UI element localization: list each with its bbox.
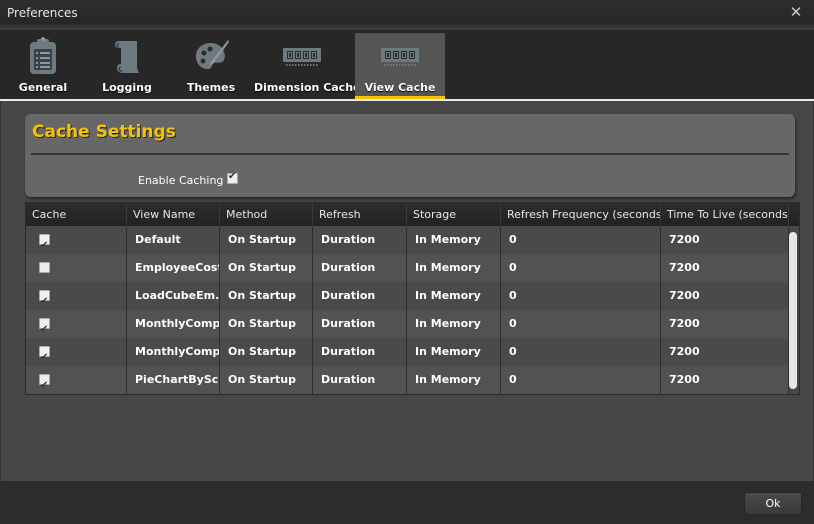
tab-view-cache-label: View Cache xyxy=(364,81,436,94)
storage-cell[interactable]: In Memory xyxy=(407,282,501,310)
palette-icon xyxy=(195,40,229,70)
refresh-cell[interactable]: Duration xyxy=(313,282,407,310)
table-row[interactable]: MonthlyComp...On StartupDurationIn Memor… xyxy=(26,338,789,366)
cache-cell[interactable] xyxy=(26,254,127,282)
enable-caching-label: Enable Caching xyxy=(138,174,224,187)
column-header-refresh[interactable]: Refresh xyxy=(313,203,407,226)
storage-cell[interactable]: In Memory xyxy=(407,338,501,366)
view-name-cell[interactable]: LoadCubeEm... xyxy=(127,282,220,310)
cache-settings-heading: Cache Settings xyxy=(32,122,176,142)
method-cell[interactable]: On Startup xyxy=(220,226,313,254)
cache-checkbox[interactable] xyxy=(39,372,50,394)
close-icon[interactable]: ✕ xyxy=(788,4,804,20)
heading-divider xyxy=(31,153,789,155)
storage-cell[interactable]: In Memory xyxy=(407,254,501,282)
storage-cell[interactable]: In Memory xyxy=(407,366,501,394)
view-name-cell[interactable]: PieChartBySc... xyxy=(127,366,220,394)
cache-cell[interactable] xyxy=(26,366,127,394)
tab-logging-label: Logging xyxy=(102,81,152,94)
tab-logging[interactable]: Logging xyxy=(92,33,162,97)
storage-cell[interactable]: In Memory xyxy=(407,226,501,254)
view-name-cell[interactable]: MonthlyComp xyxy=(127,310,220,338)
preferences-tab-bar: General Logging Themes Dimension Cache V… xyxy=(0,27,814,99)
refresh-cell[interactable]: Duration xyxy=(313,226,407,254)
method-cell[interactable]: On Startup xyxy=(220,310,313,338)
grid-body: DefaultOn StartupDurationIn Memory07200E… xyxy=(26,226,799,394)
cache-checkbox[interactable] xyxy=(39,262,50,273)
method-cell[interactable]: On Startup xyxy=(220,366,313,394)
cache-checkbox[interactable] xyxy=(39,344,50,366)
cache-cell[interactable] xyxy=(26,226,127,254)
column-header-refresh-frequency[interactable]: Refresh Frequency (seconds) xyxy=(501,203,661,226)
table-row[interactable]: MonthlyCompOn StartupDurationIn Memory07… xyxy=(26,310,789,338)
tab-dimension-cache[interactable]: Dimension Cache xyxy=(254,33,361,97)
refresh-frequency-cell[interactable]: 0 xyxy=(501,310,661,338)
view-cache-grid: Cache View Name Method Refresh Storage R… xyxy=(25,202,800,395)
view-name-cell[interactable]: Default xyxy=(127,226,220,254)
table-row[interactable]: EmployeeCost On Startup Duration In Memory 0… xyxy=(26,254,789,282)
cache-cell[interactable] xyxy=(26,338,127,366)
table-row[interactable]: DefaultOn StartupDurationIn Memory07200 xyxy=(26,226,789,254)
refresh-frequency-cell[interactable]: 0 xyxy=(501,226,661,254)
refresh-cell[interactable]: Duration xyxy=(313,254,407,282)
cache-settings-panel: Cache Settings Enable Caching xyxy=(25,114,795,197)
table-row[interactable]: PieChartBySc...On StartupDurationIn Memo… xyxy=(26,366,789,394)
column-header-storage[interactable]: Storage xyxy=(407,203,501,226)
storage-cell[interactable]: In Memory xyxy=(407,310,501,338)
column-header-method[interactable]: Method xyxy=(220,203,313,226)
cache-cell[interactable] xyxy=(26,282,127,310)
refresh-frequency-cell[interactable]: 0 xyxy=(501,366,661,394)
time-to-live-cell[interactable]: 7200 xyxy=(661,338,789,366)
memory-chip-icon xyxy=(381,48,419,66)
tab-general-label: General xyxy=(18,81,68,94)
dialog-footer: Ok xyxy=(0,481,814,524)
cache-checkbox[interactable] xyxy=(39,288,50,310)
grid-header: Cache View Name Method Refresh Storage R… xyxy=(26,203,799,226)
view-name-cell[interactable]: EmployeeCost xyxy=(127,254,220,282)
view-cache-content: Cache Settings Enable Caching Cache View… xyxy=(0,101,814,481)
tab-general[interactable]: General xyxy=(8,33,78,97)
method-cell[interactable]: On Startup xyxy=(220,254,313,282)
cache-checkbox[interactable] xyxy=(39,316,50,338)
method-cell[interactable]: On Startup xyxy=(220,282,313,310)
column-header-cache[interactable]: Cache xyxy=(26,203,127,226)
tab-view-cache[interactable]: View Cache xyxy=(355,33,445,99)
enable-caching-checkbox[interactable] xyxy=(227,171,238,184)
vertical-scrollbar[interactable] xyxy=(789,232,797,389)
time-to-live-cell[interactable]: 7200 xyxy=(661,310,789,338)
table-row[interactable]: LoadCubeEm...On StartupDurationIn Memory… xyxy=(26,282,789,310)
view-name-cell[interactable]: MonthlyComp... xyxy=(127,338,220,366)
scroll-icon xyxy=(115,41,139,73)
cache-checkbox[interactable] xyxy=(39,232,50,254)
time-to-live-cell[interactable]: 7200 xyxy=(661,366,789,394)
cache-cell[interactable] xyxy=(26,310,127,338)
time-to-live-cell[interactable]: 7200 xyxy=(661,282,789,310)
window-title: Preferences xyxy=(7,6,78,20)
method-cell[interactable]: On Startup xyxy=(220,338,313,366)
tab-dimension-cache-label: Dimension Cache xyxy=(254,81,361,94)
refresh-cell[interactable]: Duration xyxy=(313,366,407,394)
time-to-live-cell[interactable]: 7200 xyxy=(661,226,789,254)
refresh-frequency-cell[interactable]: 0 xyxy=(501,338,661,366)
ok-button[interactable]: Ok xyxy=(744,492,802,515)
column-header-time-to-live[interactable]: Time To Live (seconds) xyxy=(661,203,789,226)
column-header-view-name[interactable]: View Name xyxy=(127,203,220,226)
tab-themes[interactable]: Themes xyxy=(176,33,246,97)
time-to-live-cell[interactable]: 7200 xyxy=(661,254,789,282)
refresh-cell[interactable]: Duration xyxy=(313,310,407,338)
refresh-frequency-cell[interactable]: 0 xyxy=(501,282,661,310)
memory-chip-icon xyxy=(283,48,321,66)
refresh-cell[interactable]: Duration xyxy=(313,338,407,366)
refresh-frequency-cell[interactable]: 0 xyxy=(501,254,661,282)
tab-themes-label: Themes xyxy=(186,81,236,94)
title-bar: Preferences ✕ xyxy=(0,0,814,26)
clipboard-list-icon xyxy=(30,37,56,74)
